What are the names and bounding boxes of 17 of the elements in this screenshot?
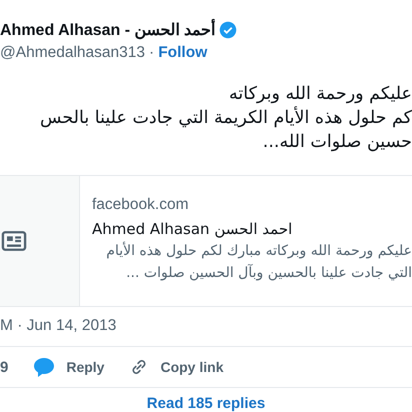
speech-bubble-icon [32,355,56,379]
link-title: Ahmed Alhasan احمد الحسن [92,219,294,240]
follow-link[interactable]: Follow [158,44,208,62]
tweet-timestamp[interactable]: M · Jun 14, 2013 [0,307,412,347]
like-count: 9 [0,358,8,376]
link-description: التي جادت علينا بالحسين وبآل الحسين صلوات ... [125,263,412,283]
author-name: Ahmed Alhasan - أحمد الحسن [0,20,215,40]
tweet-text-line: عليكم ورحمة الله وبركاته [228,83,412,106]
tweet-text-line: حسين صلوات الله... [262,131,412,154]
reply-button[interactable]: Reply [32,355,104,379]
author-handle: @Ahmedalhasan313 [0,44,146,62]
tweet-text-line: كم حلول هذه الأيام الكريمة التي جادت علينا بالحس [39,106,412,130]
read-replies-link[interactable]: Read 185 replies [146,395,266,412]
copy-link-button[interactable]: Copy link [128,356,224,378]
link-description: عليكم ورحمة الله وبركاته مبارك لكم حلول هذه الأيام [105,240,412,261]
link-domain: facebook.com [92,195,190,215]
separator-dot: · [149,44,154,62]
